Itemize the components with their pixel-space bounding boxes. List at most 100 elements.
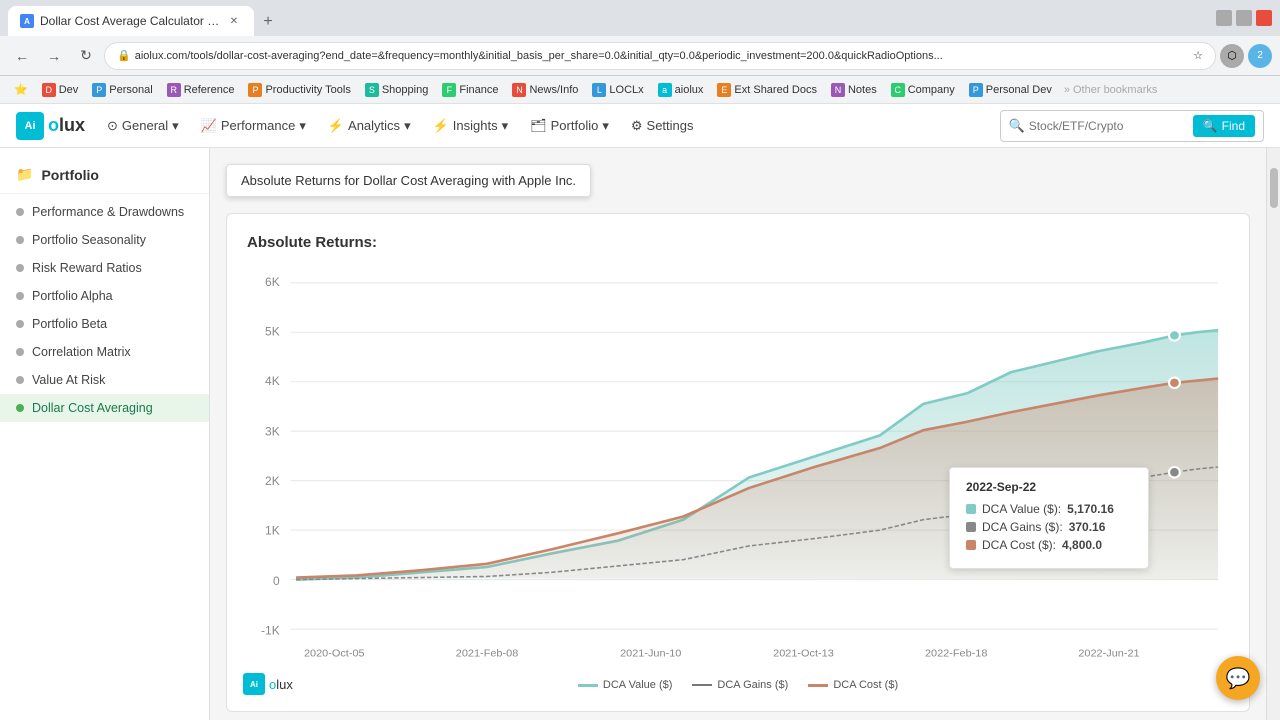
- new-tab-button[interactable]: +: [254, 8, 282, 36]
- bookmark-loclx[interactable]: L LOCLx: [586, 81, 649, 99]
- bookmark-notes[interactable]: N Notes: [825, 81, 883, 99]
- bookmarks-icon[interactable]: ⭐: [8, 81, 34, 98]
- sidebar-item-dollar-cost-averaging[interactable]: Dollar Cost Averaging: [0, 394, 209, 422]
- legend-dca-gains: DCA Gains ($): [692, 679, 788, 691]
- extensions-button[interactable]: ⬡: [1220, 44, 1244, 68]
- tooltip-dca-cost: DCA Cost ($): 4,800.0: [966, 538, 1132, 552]
- forward-button[interactable]: →: [40, 42, 68, 70]
- window-minimize[interactable]: [1216, 10, 1232, 26]
- dot-icon: [16, 320, 24, 328]
- sidebar-item-portfolio-seasonality[interactable]: Portfolio Seasonality: [0, 226, 209, 254]
- nav-analytics[interactable]: ⚡ Analytics ▾: [318, 112, 421, 140]
- title-bar: A Dollar Cost Average Calculator f... ✕ …: [0, 0, 1280, 36]
- dot-icon: [16, 292, 24, 300]
- svg-text:6K: 6K: [265, 276, 280, 289]
- url-text: aiolux.com/tools/dollar-cost-averaging?e…: [135, 50, 1189, 62]
- chat-icon: 💬: [1226, 666, 1251, 691]
- app-content: Ai olux ⊙ General ▾ 📈 Performance ▾: [0, 104, 1280, 720]
- sidebar-item-correlation-matrix[interactable]: Correlation Matrix: [0, 338, 209, 366]
- performance-icon: 📈: [201, 118, 217, 134]
- bookmark-shopping[interactable]: S Shopping: [359, 81, 435, 99]
- search-icon: 🔍: [1009, 118, 1025, 134]
- search-box: 🔍 🔍 Find: [1000, 110, 1264, 142]
- bookmark-reference[interactable]: R Reference: [161, 81, 241, 99]
- address-bar[interactable]: 🔒 aiolux.com/tools/dollar-cost-averaging…: [104, 42, 1216, 70]
- bookmark-personal[interactable]: P Personal: [86, 81, 158, 99]
- analytics-chevron: ▾: [404, 118, 411, 134]
- performance-chevron: ▾: [299, 118, 306, 134]
- tab-title: Dollar Cost Average Calculator f...: [40, 14, 220, 28]
- nav-portfolio[interactable]: 🗂 Portfolio ▾: [520, 112, 619, 140]
- window-maximize[interactable]: [1236, 10, 1252, 26]
- dot-icon: [16, 348, 24, 356]
- other-bookmarks[interactable]: » Other bookmarks: [1064, 84, 1158, 96]
- tooltip-dca-gains: DCA Gains ($): 370.16: [966, 520, 1132, 534]
- tab-bar: A Dollar Cost Average Calculator f... ✕ …: [8, 0, 282, 36]
- dca-value-dot: [966, 504, 976, 514]
- sidebar-item-portfolio-alpha[interactable]: Portfolio Alpha: [0, 282, 209, 310]
- dot-icon: [16, 264, 24, 272]
- watermark-icon: Ai: [243, 673, 265, 695]
- back-button[interactable]: ←: [8, 42, 36, 70]
- nav-menu: ⊙ General ▾ 📈 Performance ▾ ⚡ Analytics …: [97, 112, 996, 140]
- chart-title: Absolute Returns:: [247, 234, 1229, 251]
- refresh-button[interactable]: ↻: [72, 42, 100, 70]
- profile-button[interactable]: 2: [1248, 44, 1272, 68]
- bookmark-company[interactable]: C Company: [885, 81, 961, 99]
- active-tab[interactable]: A Dollar Cost Average Calculator f... ✕: [8, 6, 254, 36]
- tab-close-button[interactable]: ✕: [226, 13, 242, 29]
- sidebar-item-performance-drawdowns[interactable]: Performance & Drawdowns: [0, 198, 209, 226]
- portfolio-icon: 🗂: [530, 118, 547, 134]
- logo-text: olux: [48, 115, 85, 136]
- general-chevron: ▾: [172, 118, 179, 134]
- general-icon: ⊙: [107, 118, 118, 134]
- dca-cost-dot: [966, 540, 976, 550]
- right-scrollbar[interactable]: [1266, 148, 1280, 720]
- scroll-thumb[interactable]: [1270, 168, 1278, 208]
- sidebar-item-portfolio-beta[interactable]: Portfolio Beta: [0, 310, 209, 338]
- bookmark-news[interactable]: N News/Info: [506, 81, 584, 99]
- watermark: Ai olux: [243, 673, 293, 695]
- dca-gains-dot: [966, 522, 976, 532]
- nav-bar: ← → ↻ 🔒 aiolux.com/tools/dollar-cost-ave…: [0, 36, 1280, 76]
- tooltip-dca-value: DCA Value ($): 5,170.16: [966, 502, 1132, 516]
- nav-insights[interactable]: ⚡ Insights ▾: [423, 112, 519, 140]
- star-icon[interactable]: ☆: [1193, 49, 1203, 62]
- svg-text:4K: 4K: [265, 375, 280, 388]
- nav-performance[interactable]: 📈 Performance ▾: [191, 112, 316, 140]
- portfolio-chevron: ▾: [602, 118, 609, 134]
- settings-icon: ⚙: [631, 118, 643, 134]
- watermark-text: olux: [269, 677, 293, 692]
- sidebar: 📁 Portfolio Performance & Drawdowns Port…: [0, 148, 210, 720]
- svg-text:2020-Oct-05: 2020-Oct-05: [304, 648, 365, 660]
- dot-icon: [16, 236, 24, 244]
- search-input[interactable]: [1029, 119, 1189, 133]
- analytics-icon: ⚡: [328, 118, 344, 134]
- dot-icon: [16, 404, 24, 412]
- insights-chevron: ▾: [502, 118, 509, 134]
- portfolio-folder-icon: 📁: [16, 166, 33, 183]
- legend-dca-value: DCA Value ($): [578, 679, 673, 691]
- nav-settings[interactable]: ⚙ Settings: [621, 112, 704, 140]
- svg-text:2021-Jun-10: 2021-Jun-10: [620, 648, 681, 660]
- svg-text:5K: 5K: [265, 326, 280, 339]
- nav-general[interactable]: ⊙ General ▾: [97, 112, 189, 140]
- dot-icon: [16, 376, 24, 384]
- svg-text:2022-Feb-18: 2022-Feb-18: [925, 648, 988, 660]
- find-button[interactable]: 🔍 Find: [1193, 115, 1255, 137]
- window-close[interactable]: [1256, 10, 1272, 26]
- sidebar-item-risk-reward[interactable]: Risk Reward Ratios: [0, 254, 209, 282]
- chart-tooltip: 2022-Sep-22 DCA Value ($): 5,170.16 DCA …: [949, 467, 1149, 569]
- sidebar-item-value-at-risk[interactable]: Value At Risk: [0, 366, 209, 394]
- browser-frame: A Dollar Cost Average Calculator f... ✕ …: [0, 0, 1280, 720]
- chat-button[interactable]: 💬: [1216, 656, 1260, 700]
- svg-text:1K: 1K: [265, 525, 280, 538]
- bookmark-productivity[interactable]: P Productivity Tools: [242, 81, 356, 99]
- bookmark-dev[interactable]: D Dev: [36, 81, 85, 99]
- app-logo[interactable]: Ai olux: [16, 112, 85, 140]
- bookmark-personal-dev[interactable]: P Personal Dev: [963, 81, 1058, 99]
- bookmark-aiolux[interactable]: a aiolux: [652, 81, 710, 99]
- legend-dca-cost: DCA Cost ($): [808, 679, 898, 691]
- bookmark-ext-shared[interactable]: E Ext Shared Docs: [711, 81, 823, 99]
- bookmark-finance[interactable]: F Finance: [436, 81, 504, 99]
